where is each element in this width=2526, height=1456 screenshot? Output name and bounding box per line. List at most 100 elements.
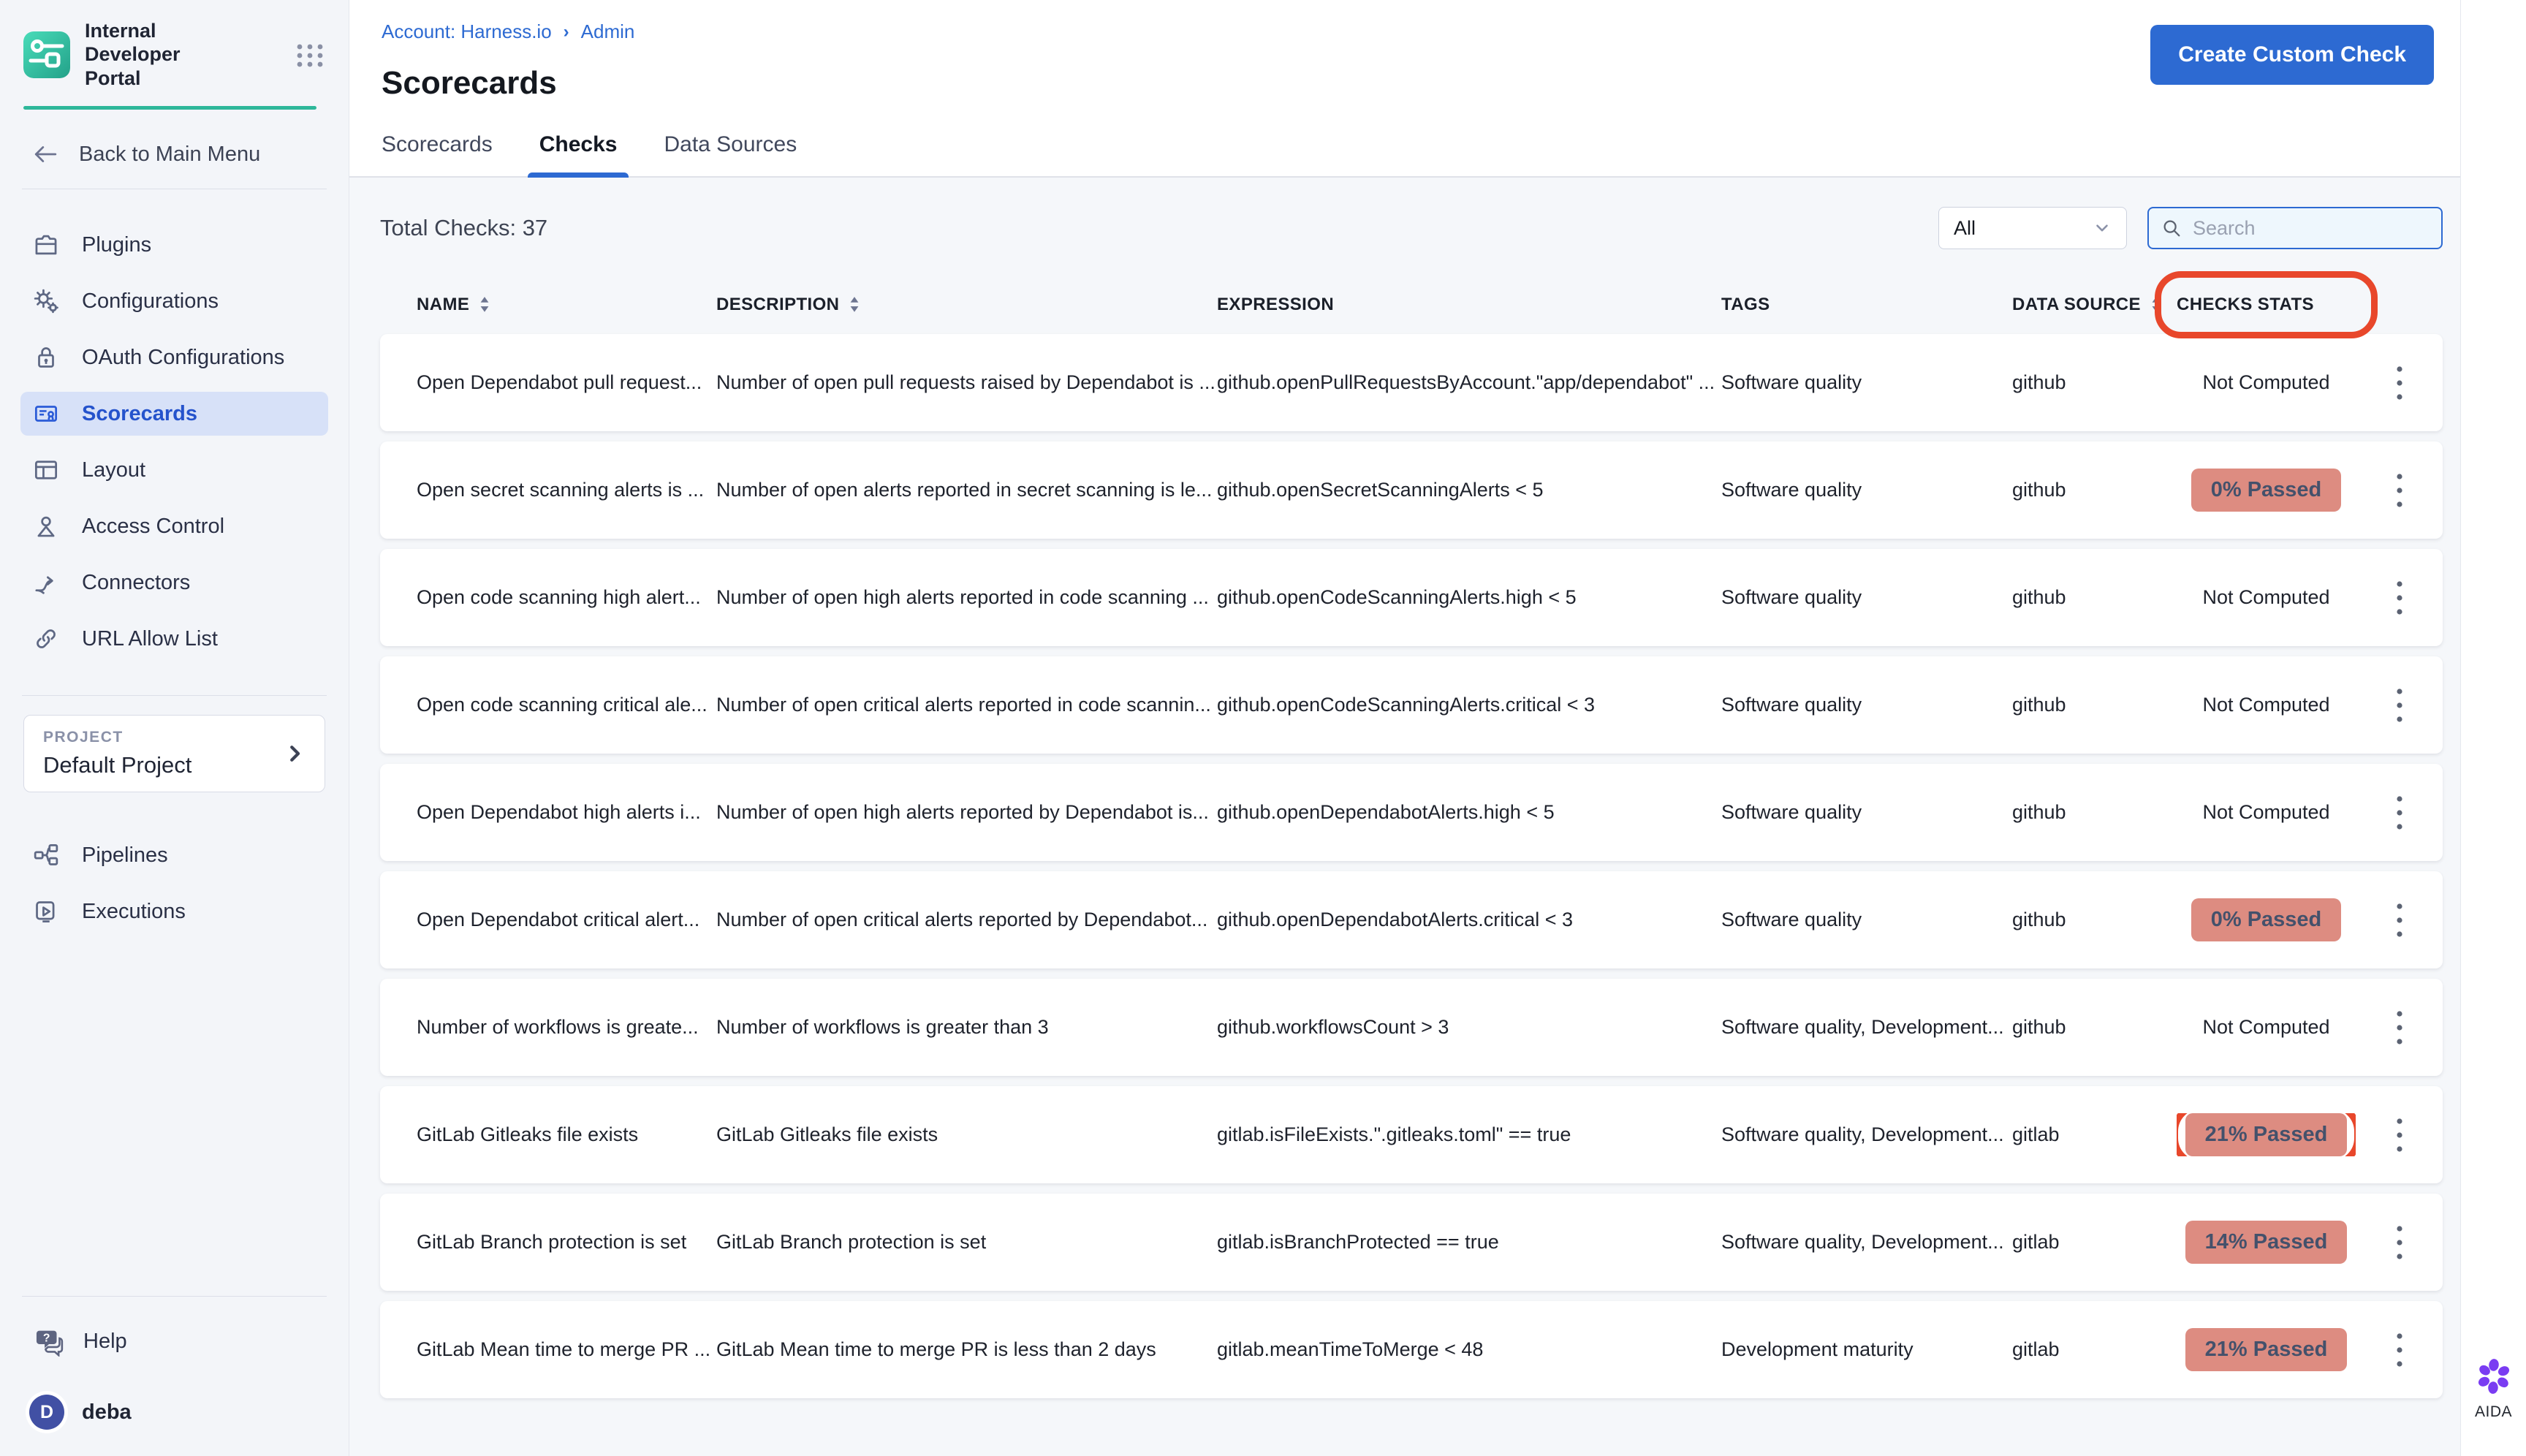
check-data-source: gitlab bbox=[2012, 1123, 2177, 1146]
check-tags: Development maturity bbox=[1721, 1338, 2012, 1361]
filter-value: All bbox=[1954, 217, 1976, 240]
sort-icon[interactable] bbox=[846, 295, 862, 314]
help-chat-icon: ? bbox=[34, 1326, 64, 1357]
aida-assistant-button[interactable]: AIDA bbox=[2461, 1357, 2526, 1421]
check-description: GitLab Gitleaks file exists bbox=[716, 1123, 1217, 1146]
check-tags: Software quality bbox=[1721, 586, 2012, 609]
sidebar-item-plugins[interactable]: Plugins bbox=[20, 223, 328, 267]
tab-data-sources[interactable]: Data Sources bbox=[664, 132, 797, 176]
check-tags: Software quality, Development... bbox=[1721, 1016, 2012, 1039]
app-title: Internal Developer Portal bbox=[85, 19, 224, 90]
sidebar-item-url-allow-list[interactable]: URL Allow List bbox=[20, 617, 328, 661]
breadcrumb-account[interactable]: Account: Harness.io bbox=[382, 20, 552, 43]
sidebar-item-access-control[interactable]: Access Control bbox=[20, 504, 328, 548]
sidebar-item-pipelines[interactable]: Pipelines bbox=[20, 833, 328, 877]
check-tags: Software quality, Development... bbox=[1721, 1123, 2012, 1146]
stats-text: Not Computed bbox=[2202, 801, 2329, 824]
table-row: GitLab Branch protection is setGitLab Br… bbox=[380, 1194, 2443, 1291]
page-title: Scorecards bbox=[382, 65, 2460, 102]
row-actions-menu[interactable] bbox=[2385, 360, 2414, 406]
idp-logo-icon bbox=[23, 31, 70, 78]
check-data-source: github bbox=[2012, 801, 2177, 824]
check-name: Open Dependabot critical alert... bbox=[417, 909, 716, 931]
check-name: GitLab Branch protection is set bbox=[417, 1231, 716, 1254]
project-selector[interactable]: PROJECT Default Project bbox=[23, 715, 325, 792]
app-grid-icon[interactable] bbox=[293, 38, 327, 72]
column-header-data-source[interactable]: DATA SOURCE bbox=[2012, 295, 2177, 315]
stats-text: Not Computed bbox=[2202, 694, 2329, 716]
sidebar-item-layout[interactable]: Layout bbox=[20, 448, 328, 492]
table-row: Open Dependabot critical alert...Number … bbox=[380, 871, 2443, 968]
sort-icon[interactable] bbox=[477, 295, 493, 314]
filter-dropdown[interactable]: All bbox=[1938, 207, 2127, 249]
check-expression: github.openDependabotAlerts.critical < 3 bbox=[1217, 909, 1721, 931]
row-actions-menu[interactable] bbox=[2385, 1112, 2414, 1159]
sidebar-item-connectors[interactable]: Connectors bbox=[20, 561, 328, 604]
admin-nav: Plugins Configurations OAuth Configurati… bbox=[0, 223, 349, 673]
check-expression: gitlab.meanTimeToMerge < 48 bbox=[1217, 1338, 1721, 1361]
tab-checks[interactable]: Checks bbox=[539, 132, 618, 176]
sidebar-item-configurations[interactable]: Configurations bbox=[20, 279, 328, 323]
arrow-left-icon bbox=[31, 142, 60, 167]
row-actions-menu[interactable] bbox=[2385, 897, 2414, 944]
sidebar-item-oauth-configurations[interactable]: OAuth Configurations bbox=[20, 335, 328, 379]
sidebar-divider bbox=[22, 695, 327, 696]
page-header: Account: Harness.io › Admin Scorecards S… bbox=[349, 0, 2460, 178]
check-expression: github.workflowsCount > 3 bbox=[1217, 1016, 1721, 1039]
user-menu[interactable]: D deba bbox=[0, 1395, 349, 1430]
search-input[interactable] bbox=[2193, 217, 2430, 240]
play-icon bbox=[32, 898, 60, 925]
sidebar-item-scorecards[interactable]: Scorecards bbox=[20, 392, 328, 436]
stats-text: Not Computed bbox=[2202, 1016, 2329, 1039]
row-actions-menu[interactable] bbox=[2385, 575, 2414, 621]
table-row: Number of workflows is greate...Number o… bbox=[380, 979, 2443, 1076]
chevron-right-icon bbox=[284, 743, 306, 765]
help-button[interactable]: ? Help bbox=[0, 1326, 349, 1357]
table-body: Open Dependabot pull request... Number of… bbox=[380, 334, 2443, 1398]
check-data-source: github bbox=[2012, 371, 2177, 394]
tab-scorecards[interactable]: Scorecards bbox=[382, 132, 493, 176]
person-icon bbox=[32, 512, 60, 540]
sidebar-item-label: URL Allow List bbox=[82, 627, 218, 651]
check-data-source: gitlab bbox=[2012, 1338, 2177, 1361]
help-label: Help bbox=[83, 1330, 127, 1354]
create-custom-check-button[interactable]: Create Custom Check bbox=[2150, 25, 2434, 85]
breadcrumb-admin[interactable]: Admin bbox=[581, 20, 635, 43]
search-box bbox=[2147, 207, 2443, 249]
toolbar: Total Checks: 37 All bbox=[380, 207, 2443, 249]
column-header-expression: EXPRESSION bbox=[1217, 295, 1721, 315]
check-name: Open Dependabot pull request... bbox=[417, 371, 716, 394]
table-row: GitLab Gitleaks file existsGitLab Gitlea… bbox=[380, 1086, 2443, 1183]
check-stats: 21% Passed bbox=[2177, 1113, 2356, 1156]
pipeline-icon bbox=[32, 841, 60, 869]
row-actions-menu[interactable] bbox=[2385, 1004, 2414, 1051]
check-description: Number of workflows is greater than 3 bbox=[716, 1016, 1217, 1039]
sort-icon[interactable] bbox=[2148, 295, 2164, 314]
check-stats: Not Computed bbox=[2177, 694, 2356, 716]
table-row: Open Dependabot pull request...Number of… bbox=[380, 334, 2443, 431]
check-data-source: github bbox=[2012, 586, 2177, 609]
check-stats: Not Computed bbox=[2177, 586, 2356, 609]
sidebar-item-label: Scorecards bbox=[82, 402, 197, 426]
check-stats: Not Computed bbox=[2177, 801, 2356, 824]
right-gutter: AIDA bbox=[2461, 0, 2526, 1456]
row-actions-menu[interactable] bbox=[2385, 1327, 2414, 1373]
row-actions-menu[interactable] bbox=[2385, 682, 2414, 729]
kebab-menu-icon bbox=[2394, 684, 2405, 727]
stats-badge: 0% Passed bbox=[2191, 469, 2342, 512]
check-expression: github.openCodeScanningAlerts.high < 5 bbox=[1217, 586, 1721, 609]
sidebar-item-executions[interactable]: Executions bbox=[20, 890, 328, 933]
check-description: GitLab Branch protection is set bbox=[716, 1231, 1217, 1254]
check-expression: gitlab.isBranchProtected == true bbox=[1217, 1231, 1721, 1254]
column-header-name[interactable]: NAME bbox=[417, 295, 716, 315]
sidebar: Internal Developer Portal Back to Main M… bbox=[0, 0, 349, 1456]
row-actions-menu[interactable] bbox=[2385, 789, 2414, 836]
svg-text:?: ? bbox=[43, 1332, 50, 1345]
column-header-description[interactable]: DESCRIPTION bbox=[716, 295, 1217, 315]
row-actions-menu[interactable] bbox=[2385, 467, 2414, 514]
table-row: Open code scanning critical ale...Number… bbox=[380, 656, 2443, 754]
main-panel: Account: Harness.io › Admin Scorecards S… bbox=[349, 0, 2461, 1456]
back-to-main-menu[interactable]: Back to Main Menu bbox=[0, 142, 349, 167]
check-name: Open code scanning high alert... bbox=[417, 586, 716, 609]
row-actions-menu[interactable] bbox=[2385, 1219, 2414, 1266]
